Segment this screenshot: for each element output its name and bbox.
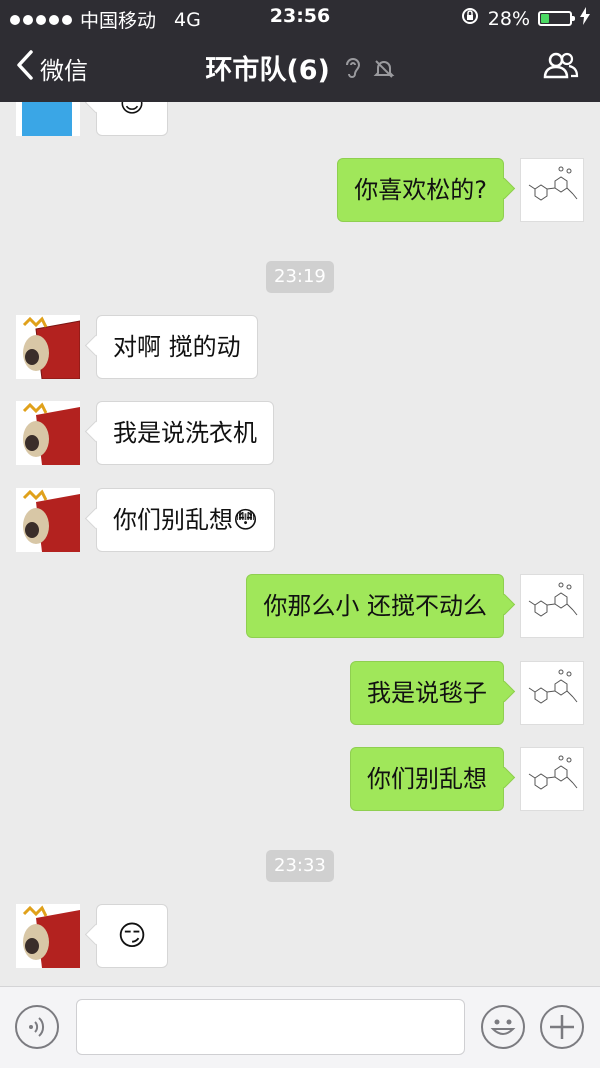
message-bubble[interactable]: 你们别乱想😳 (96, 488, 276, 552)
avatar[interactable] (520, 158, 584, 222)
emoji-icon (490, 1019, 516, 1035)
avatar[interactable] (16, 401, 80, 465)
message-emoji: 😊 (119, 102, 145, 118)
ear-icon (343, 56, 372, 87)
plus-button[interactable] (540, 1005, 584, 1049)
message-text: 我是说毯子 (367, 679, 487, 707)
charging-icon (580, 7, 590, 30)
battery-icon (538, 11, 575, 26)
timestamp: 23:19 (266, 261, 334, 293)
avatar[interactable] (16, 904, 80, 968)
message-bubble[interactable]: 对啊 搅的动 (96, 315, 258, 379)
message-text: 你喜欢松的? (354, 176, 487, 204)
top-bar: 中国移动 4G 23:56 28% 微信 环市队(6) (0, 0, 600, 102)
message-bubble[interactable]: 你喜欢松的? (337, 158, 504, 222)
message-emoji: 😏 (117, 919, 147, 952)
group-members-icon (542, 52, 580, 84)
battery-percent: 28% (487, 7, 530, 30)
molecule-avatar-icon (528, 582, 578, 617)
orientation-lock-icon (460, 6, 480, 31)
message-bubble[interactable]: 你们别乱想 (350, 747, 504, 811)
chat-title: 环市队(6) (0, 48, 600, 87)
message-text: 我是说洗衣机 (113, 419, 257, 447)
input-bar (0, 986, 600, 1068)
avatar[interactable] (16, 102, 80, 136)
pug-avatar-icon (16, 401, 80, 465)
avatar[interactable] (16, 488, 80, 552)
message-bubble[interactable]: 😊 (96, 102, 168, 136)
chat-area[interactable]: 😊 你喜欢松的? 23:19 对啊 搅的动 我是说洗衣机 你们别乱想😳 你那么小… (0, 102, 600, 986)
mute-bell-icon (373, 56, 395, 87)
status-bar: 中国移动 4G 23:56 28% (0, 0, 600, 34)
voice-icon (29, 1017, 45, 1037)
message-bubble[interactable]: 你那么小 还搅不动么 (246, 574, 504, 638)
message-text: 对啊 搅的动 (113, 333, 241, 361)
pug-avatar-icon (16, 904, 80, 968)
chat-title-text: 环市队(6) (205, 55, 330, 86)
blue-avatar-icon (16, 102, 80, 136)
message-bubble[interactable]: 我是说洗衣机 (96, 401, 274, 465)
voice-button[interactable] (15, 1005, 59, 1049)
molecule-avatar-icon (528, 669, 578, 704)
message-bubble[interactable]: 😏 (96, 904, 168, 968)
plus-icon (550, 1015, 574, 1039)
group-members-button[interactable] (542, 50, 580, 84)
timestamp: 23:33 (266, 850, 334, 882)
message-bubble[interactable]: 我是说毯子 (350, 661, 504, 725)
message-text: 你们别乱想😳 (113, 506, 259, 534)
message-text: 你们别乱想 (367, 765, 487, 793)
avatar[interactable] (520, 661, 584, 725)
avatar[interactable] (520, 574, 584, 638)
molecule-avatar-icon (528, 755, 578, 790)
nav-bar: 微信 环市队(6) (0, 34, 600, 102)
avatar[interactable] (16, 315, 80, 379)
emoji-button[interactable] (481, 1005, 525, 1049)
status-right: 28% (460, 6, 590, 31)
molecule-avatar-icon (528, 166, 578, 201)
pug-avatar-icon (16, 488, 80, 552)
avatar[interactable] (520, 747, 584, 811)
message-input[interactable] (76, 999, 465, 1055)
message-text: 你那么小 还搅不动么 (263, 592, 487, 620)
pug-avatar-icon (16, 315, 80, 379)
